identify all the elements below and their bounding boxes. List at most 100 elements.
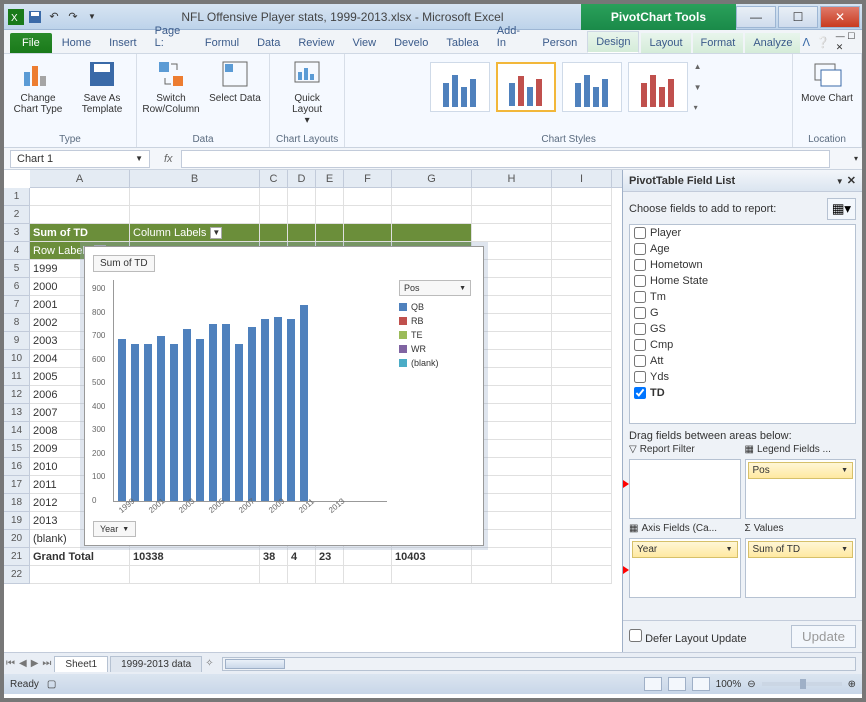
column-header[interactable]: I [552,170,612,187]
legend-field-button[interactable]: Pos▼ [399,280,471,296]
sheet-tab-sheet1[interactable]: Sheet1 [54,656,108,672]
cell[interactable] [552,224,612,242]
cell[interactable] [552,332,612,350]
cell[interactable] [552,458,612,476]
layout-options-button[interactable]: ▦▾ [827,198,856,220]
axis-field-tag[interactable]: Year▼ [632,541,738,558]
fields-list[interactable]: PlayerAgeHometownHome StateTmGGSCmpAttYd… [629,224,856,424]
field-item[interactable]: Player [630,225,855,241]
cell[interactable] [472,260,552,278]
window-controls-icon[interactable]: — ☐ ✕ [836,31,856,53]
gallery-up-icon[interactable]: ▲ [694,62,708,71]
axis-fields-dropzone[interactable]: Year▼ [629,538,741,598]
column-header[interactable]: F [344,170,392,187]
cell[interactable] [316,206,344,224]
select-data-button[interactable]: Select Data [207,58,263,115]
page-layout-view-button[interactable] [668,677,686,691]
cell[interactable] [392,188,472,206]
pane-close-icon[interactable]: ✕ [847,175,856,187]
cell[interactable] [30,188,130,206]
row-header[interactable]: 20 [4,530,30,548]
row-header[interactable]: 17 [4,476,30,494]
worksheet-grid[interactable]: ABCDEFGHI 123Sum of TDColumn Labels ▼4Ro… [4,170,622,652]
cell[interactable] [260,188,288,206]
tab-file[interactable]: File [10,33,52,53]
cell[interactable] [552,512,612,530]
field-item[interactable]: Yds [630,369,855,385]
field-item[interactable]: TD [630,385,855,401]
cell[interactable] [472,350,552,368]
name-box[interactable]: Chart 1▼ [10,150,150,168]
cell[interactable] [130,188,260,206]
cell[interactable] [392,566,472,584]
field-item[interactable]: Cmp [630,337,855,353]
cell[interactable] [472,206,552,224]
tab-addin[interactable]: Add-In [489,21,533,53]
row-header[interactable]: 11 [4,368,30,386]
formula-input[interactable] [181,150,830,168]
cell[interactable] [552,296,612,314]
tab-review[interactable]: Review [290,33,342,53]
cell[interactable] [472,476,552,494]
field-item[interactable]: Hometown [630,257,855,273]
cell[interactable] [552,242,612,260]
new-sheet-icon[interactable]: ✧ [203,658,215,669]
sheet-nav-last-icon[interactable]: ⏭ [40,658,53,669]
legend-item[interactable]: RB [399,316,471,326]
row-header[interactable]: 12 [4,386,30,404]
column-header[interactable]: A [30,170,130,187]
row-header[interactable]: 19 [4,512,30,530]
cell[interactable] [552,278,612,296]
chart-legend[interactable]: Pos▼ QBRBTEWR(blank) [395,272,475,506]
redo-icon[interactable]: ↷ [65,9,81,25]
gallery-down-icon[interactable]: ▼ [694,83,708,92]
cell[interactable] [472,188,552,206]
cell[interactable] [552,350,612,368]
cell[interactable] [260,224,288,242]
macro-record-icon[interactable]: ▢ [47,679,56,690]
legend-item[interactable]: (blank) [399,358,471,368]
cell[interactable] [552,422,612,440]
change-chart-type-button[interactable]: Change Chart Type [10,58,66,115]
row-header[interactable]: 15 [4,440,30,458]
row-header[interactable]: 1 [4,188,30,206]
cell[interactable] [472,458,552,476]
update-button[interactable]: Update [791,625,856,648]
tab-data[interactable]: Data [249,33,288,53]
horizontal-scrollbar[interactable] [222,657,856,671]
undo-icon[interactable]: ↶ [46,9,62,25]
field-item[interactable]: Att [630,353,855,369]
values-field-tag[interactable]: Sum of TD▼ [748,541,854,558]
field-item[interactable]: G [630,305,855,321]
help-icon[interactable]: ❔ [816,36,830,49]
field-item[interactable]: Age [630,241,855,257]
chart-style-3[interactable] [562,62,622,112]
cell[interactable] [472,368,552,386]
row-header[interactable]: 14 [4,422,30,440]
tab-developer[interactable]: Develo [386,33,436,53]
cell[interactable]: 10403 [392,548,472,566]
chart-styles-gallery[interactable]: ▲ ▼ ▾ [426,58,712,116]
cell[interactable] [552,188,612,206]
quick-layout-button[interactable]: Quick Layout ▾ [279,58,335,126]
row-header[interactable]: 22 [4,566,30,584]
cell[interactable] [344,548,392,566]
cell[interactable] [288,566,316,584]
tab-pagelayout[interactable]: Page L: [147,21,195,53]
cell[interactable] [472,386,552,404]
cell[interactable] [472,242,552,260]
chart-title[interactable]: Sum of TD [93,255,155,272]
page-break-view-button[interactable] [692,677,710,691]
row-header[interactable]: 13 [4,404,30,422]
cell[interactable] [260,206,288,224]
tab-insert[interactable]: Insert [101,33,145,53]
cell[interactable] [472,494,552,512]
row-header[interactable]: 7 [4,296,30,314]
cell[interactable] [472,224,552,242]
move-chart-button[interactable]: Move Chart [799,58,855,104]
tab-tableau[interactable]: Tablea [438,33,486,53]
legend-item[interactable]: QB [399,302,471,312]
tab-design[interactable]: Design [587,31,639,53]
gallery-more-icon[interactable]: ▾ [694,103,708,112]
cell[interactable] [472,278,552,296]
